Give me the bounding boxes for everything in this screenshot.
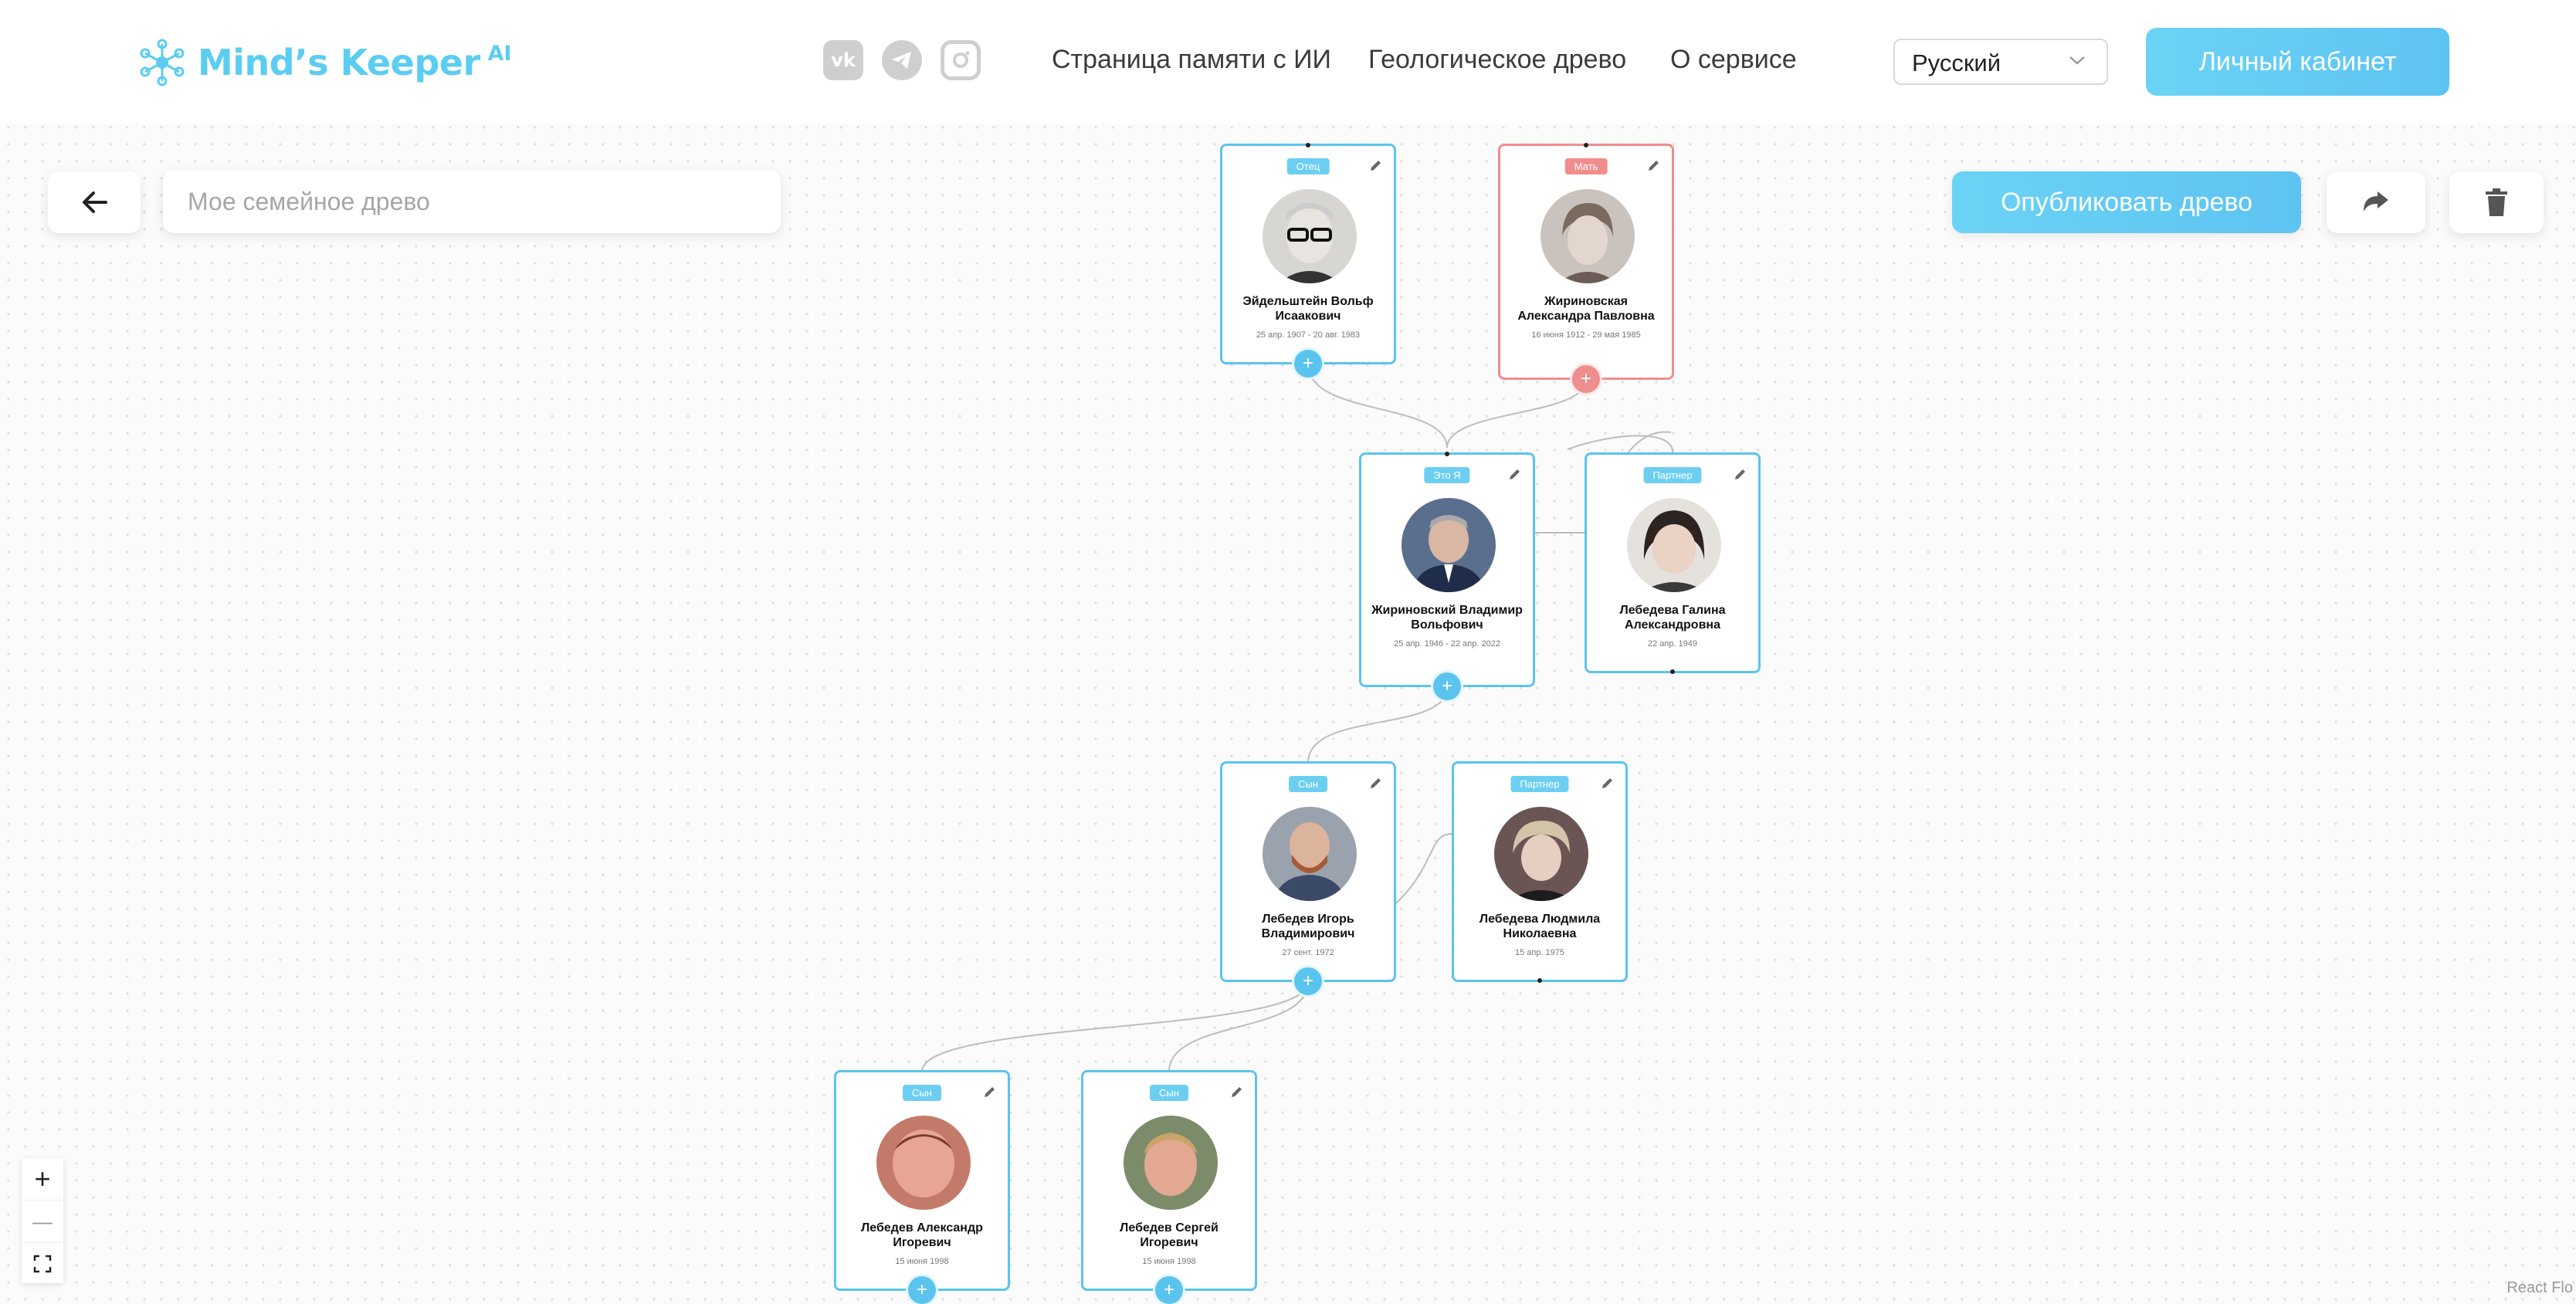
connection-handle[interactable] <box>1670 669 1675 674</box>
person-name: Лебедев Сергей Игоревич 15 июня 1998 <box>1090 1221 1249 1269</box>
fit-view-icon <box>33 1255 52 1273</box>
avatar <box>1494 807 1588 901</box>
person-name: Эйдельштейн Вольф Исаакович 25 апр. 1907… <box>1229 294 1388 343</box>
person-name: Жириновская Александра Павловна 16 июня … <box>1507 294 1666 343</box>
pencil-icon[interactable] <box>1601 776 1615 790</box>
person-name: Лебедева Людмила Николаевна 15 апр. 1975 <box>1460 912 1619 960</box>
connection-handle[interactable] <box>1306 143 1310 147</box>
person-dates: 15 июня 1998 <box>1142 1257 1196 1266</box>
person-name-text: Эйдельштейн Вольф Исаакович <box>1242 295 1374 323</box>
person-dates: 25 апр. 1946 - 22 апр. 2022 <box>1394 639 1500 649</box>
person-dates: 16 июня 1912 - 29 мая 1985 <box>1531 330 1641 340</box>
avatar <box>1402 498 1496 592</box>
react-flow-attribution[interactable]: React Flo <box>2503 1278 2576 1299</box>
connection-handle[interactable] <box>1584 143 1588 147</box>
person-card-mother[interactable]: Мать Жириновская Александра Павловна 16 … <box>1498 143 1674 393</box>
pencil-icon[interactable] <box>1508 467 1522 481</box>
pencil-icon[interactable] <box>1734 467 1747 481</box>
zoom-in-button[interactable]: + <box>22 1158 63 1201</box>
role-badge: Партнер <box>1510 776 1569 792</box>
person-name: Жириновский Владимир Вольфович 25 апр. 1… <box>1368 603 1527 652</box>
person-card-son-igor[interactable]: Сын Лебедев Игорь Владимирович 27 сент. … <box>1220 761 1396 995</box>
person-dates: 15 июня 1998 <box>895 1257 949 1266</box>
person-name-text: Лебедев Сергей Игоревич <box>1120 1221 1219 1249</box>
avatar <box>1263 807 1357 901</box>
person-dates: 15 апр. 1975 <box>1514 948 1565 957</box>
avatar <box>1627 498 1721 592</box>
role-badge: Мать <box>1564 158 1608 174</box>
role-badge: Это Я <box>1424 467 1470 483</box>
add-relative-button[interactable]: + <box>1433 672 1461 700</box>
connection-handle[interactable] <box>1537 978 1542 983</box>
pencil-icon[interactable] <box>983 1085 997 1099</box>
zoom-out-icon: — <box>32 1209 53 1233</box>
avatar <box>1541 189 1635 283</box>
person-dates: 25 апр. 1907 - 20 авг. 1983 <box>1256 330 1361 340</box>
add-relative-button[interactable]: + <box>1294 350 1322 378</box>
person-card-partner-lyudmila[interactable]: Партнер Лебедева Людмила Николаевна 15 а… <box>1452 761 1628 983</box>
avatar <box>1263 189 1357 283</box>
person-name-text: Лебедева Людмила Николаевна <box>1479 913 1601 940</box>
person-name-text: Лебедева Галина Александровна <box>1619 604 1726 632</box>
person-name-text: Лебедев Игорь Владимирович <box>1261 913 1355 940</box>
person-name-text: Жириновский Владимир Вольфович <box>1371 604 1523 632</box>
role-badge: Отец <box>1286 158 1330 174</box>
role-badge: Сын <box>1289 776 1327 792</box>
pencil-icon[interactable] <box>1230 1085 1244 1099</box>
zoom-out-button[interactable]: — <box>22 1201 63 1243</box>
person-name-text: Лебедев Александр Игоревич <box>861 1221 983 1249</box>
person-card-me[interactable]: Это Я Жириновский Владимир Вольфович 25 … <box>1359 452 1535 700</box>
fit-view-button[interactable] <box>22 1243 63 1285</box>
add-relative-button[interactable]: + <box>1294 967 1322 995</box>
avatar <box>876 1116 971 1210</box>
pencil-icon[interactable] <box>1369 158 1383 172</box>
add-relative-button[interactable]: + <box>908 1276 936 1304</box>
add-relative-button[interactable]: + <box>1155 1276 1183 1304</box>
role-badge: Сын <box>903 1085 941 1101</box>
zoom-controls: + — <box>22 1158 63 1283</box>
pencil-icon[interactable] <box>1369 776 1383 790</box>
person-dates: 27 сент. 1972 <box>1282 948 1334 957</box>
person-name: Лебедев Игорь Владимирович 27 сент. 1972 <box>1229 912 1388 960</box>
avatar <box>1124 1116 1218 1210</box>
person-card-father[interactable]: Отец Эйдельштейн Вольф Исаакович 25 апр.… <box>1220 143 1396 378</box>
zoom-in-icon: + <box>34 1163 51 1194</box>
person-name: Лебедев Александр Игоревич 15 июня 1998 <box>842 1221 1002 1269</box>
add-relative-button[interactable]: + <box>1572 365 1600 393</box>
pencil-icon[interactable] <box>1647 158 1661 172</box>
role-badge: Партнер <box>1643 467 1702 483</box>
person-card-grandson-alexander[interactable]: Сын Лебедев Александр Игоревич 15 июня 1… <box>834 1070 1010 1304</box>
role-badge: Сын <box>1150 1085 1188 1101</box>
person-card-partner-galina[interactable]: Партнер Лебедева Галина Александровна 22… <box>1585 452 1761 674</box>
person-card-grandson-sergey[interactable]: Сын Лебедев Сергей Игоревич 15 июня 1998… <box>1081 1070 1257 1304</box>
person-name-text: Жириновская Александра Павловна <box>1517 295 1655 323</box>
person-name: Лебедева Галина Александровна 22 апр. 19… <box>1593 603 1752 652</box>
person-dates: 22 апр. 1949 <box>1647 639 1698 649</box>
connection-handle[interactable] <box>1445 452 1449 456</box>
